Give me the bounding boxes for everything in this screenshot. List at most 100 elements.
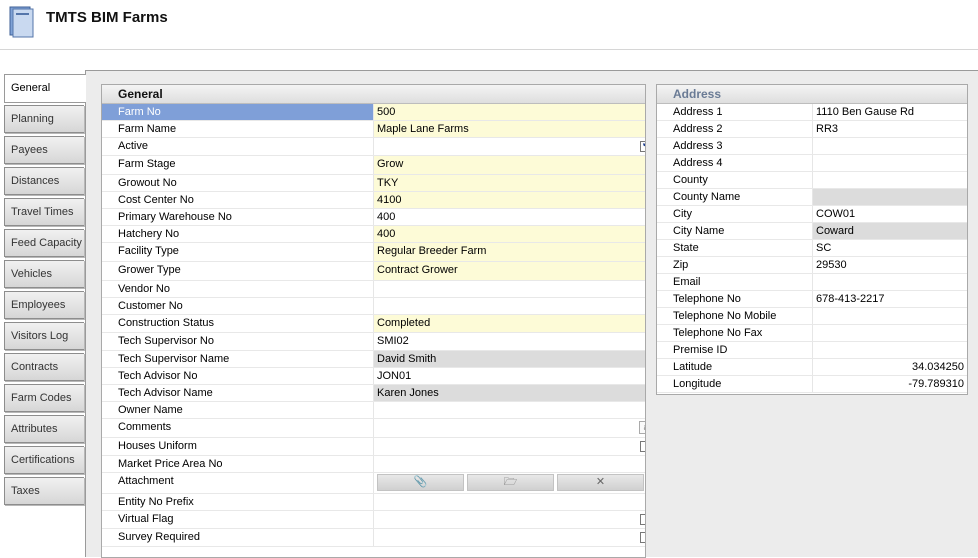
address-value-county-name[interactable] [812,189,967,205]
address-label-address-1: Address 1 [673,106,723,118]
general-value-hatchery-no[interactable]: 400 [373,226,645,242]
tab-taxes[interactable]: Taxes [4,477,84,505]
general-value-primary-warehouse-no[interactable]: 400 [373,209,645,225]
general-value-attachment[interactable]: 📎 🗁 ✕ [373,473,645,493]
tab-planning[interactable]: Planning [4,105,84,133]
general-label-farm-name: Farm Name [118,123,177,135]
general-label-construction-status: Construction Status [118,317,214,329]
address-value-county[interactable] [812,172,967,188]
address-label-state: State [673,242,699,254]
tab-attributes[interactable]: Attributes [4,415,84,443]
general-row-attachment: Attachment 📎 🗁 ✕ [102,473,645,494]
address-value-telephone-no[interactable]: 678-413-2217 [812,291,967,307]
address-value-state[interactable]: SC [812,240,967,256]
general-value-vendor-no[interactable] [373,281,645,297]
address-value-city-name[interactable]: Coward [812,223,967,239]
general-row-cost-center-no: Cost Center No 4100 [102,192,645,209]
tab-payees[interactable]: Payees [4,136,84,164]
general-value-tech-supervisor-no[interactable]: SMI02 [373,333,645,350]
general-fields: Farm No 500 Farm Name Maple Lane Farms Activ… [102,104,645,547]
general-value-comments[interactable]: a [373,419,645,437]
general-value-farm-no[interactable]: 500 [373,104,645,120]
address-value-zip[interactable]: 29530 [812,257,967,273]
close-button[interactable]: ✕ [557,474,644,491]
general-label-primary-warehouse-no: Primary Warehouse No [118,211,232,223]
general-row-growout-no: Growout No TKY [102,175,645,192]
tab-farm-codes[interactable]: Farm Codes [4,384,84,412]
general-row-primary-warehouse-no: Primary Warehouse No 400 [102,209,645,226]
address-fields: Address 1 1110 Ben Gause Rd Address 2 RR3 Ad… [657,104,967,393]
general-row-entity-no-prefix: Entity No Prefix [102,494,645,511]
survey-required-checkbox[interactable] [640,532,645,543]
general-value-farm-stage[interactable]: Grow [373,156,645,174]
memo-edit-icon[interactable]: a [639,421,645,434]
general-row-active: Active [102,138,645,156]
address-value-address-3[interactable] [812,138,967,154]
general-label-comments: Comments [118,421,172,433]
general-value-entity-no-prefix[interactable] [373,494,645,510]
address-row-telephone-no-mobile: Telephone No Mobile [657,308,967,325]
general-value-customer-no[interactable] [373,298,645,314]
address-value-address-1[interactable]: 1110 Ben Gause Rd [812,104,967,120]
address-value-email[interactable] [812,274,967,290]
general-value-construction-status[interactable]: Completed [373,315,645,332]
address-value-latitude[interactable]: 34.034250 [812,359,967,375]
tab-employees[interactable]: Employees [4,291,84,319]
address-panel: Address Address 1 1110 Ben Gause Rd Addres… [656,84,968,395]
paperclip-icon: 📎 [413,476,428,488]
general-panel-title: General [102,85,645,104]
address-value-telephone-no-mobile[interactable] [812,308,967,324]
address-value-address-2[interactable]: RR3 [812,121,967,137]
tab-travel-times[interactable]: Travel Times [4,198,84,226]
tab-vehicles[interactable]: Vehicles [4,260,84,288]
open-folder-button[interactable]: 🗁 [467,474,554,491]
general-label-entity-no-prefix: Entity No Prefix [118,496,194,508]
general-value-grower-type[interactable]: Contract Grower [373,262,645,280]
general-value-virtual-flag[interactable] [373,511,645,528]
general-value-tech-advisor-name[interactable]: Karen Jones [373,385,645,401]
general-value-farm-name[interactable]: Maple Lane Farms [373,121,645,137]
houses-uniform-checkbox[interactable] [640,441,645,452]
tab-contracts[interactable]: Contracts [4,353,84,381]
general-value-facility-type[interactable]: Regular Breeder Farm [373,243,645,261]
general-label-tech-advisor-name: Tech Advisor Name [118,387,213,399]
address-row-city-name: City Name Coward [657,223,967,240]
address-value-address-4[interactable] [812,155,967,171]
general-value-market-price-area-no[interactable] [373,456,645,472]
general-value-tech-supervisor-name[interactable]: David Smith [373,351,645,367]
address-row-telephone-no-fax: Telephone No Fax [657,325,967,342]
general-row-comments: Comments a [102,419,645,438]
address-value-longitude[interactable]: -79.789310 [812,376,967,392]
general-label-tech-advisor-no: Tech Advisor No [118,370,198,382]
address-row-city: City COW01 [657,206,967,223]
address-value-telephone-no-fax[interactable] [812,325,967,341]
paperclip-button[interactable]: 📎 [377,474,464,491]
address-label-premise-id: Premise ID [673,344,728,356]
virtual-flag-checkbox[interactable] [640,514,645,525]
general-label-facility-type: Facility Type [118,245,179,257]
general-value-growout-no[interactable]: TKY [373,175,645,191]
tab-feed-capacity[interactable]: Feed Capacity [4,229,84,257]
general-value-active[interactable] [373,138,645,155]
address-label-telephone-no-mobile: Telephone No Mobile [673,310,777,322]
content-frame: General Farm No 500 Farm Name Maple Lane Fa… [85,70,978,558]
general-label-tech-supervisor-name: Tech Supervisor Name [118,353,230,365]
tab-distances[interactable]: Distances [4,167,84,195]
general-value-owner-name[interactable] [373,402,645,418]
address-label-address-4: Address 4 [673,157,723,169]
general-value-survey-required[interactable] [373,529,645,546]
address-value-city[interactable]: COW01 [812,206,967,222]
address-label-county: County [673,174,708,186]
tab-general[interactable]: General [4,74,86,103]
tab-certifications[interactable]: Certifications [4,446,84,474]
general-label-cost-center-no: Cost Center No [118,194,194,206]
address-row-address-4: Address 4 [657,155,967,172]
active-checkbox[interactable] [640,139,645,152]
general-value-cost-center-no[interactable]: 4100 [373,192,645,208]
general-row-virtual-flag: Virtual Flag [102,511,645,529]
general-value-tech-advisor-no[interactable]: JON01 [373,368,645,384]
general-row-tech-advisor-name: Tech Advisor Name Karen Jones [102,385,645,402]
tab-visitors-log[interactable]: Visitors Log [4,322,84,350]
address-value-premise-id[interactable] [812,342,967,358]
general-value-houses-uniform[interactable] [373,438,645,455]
